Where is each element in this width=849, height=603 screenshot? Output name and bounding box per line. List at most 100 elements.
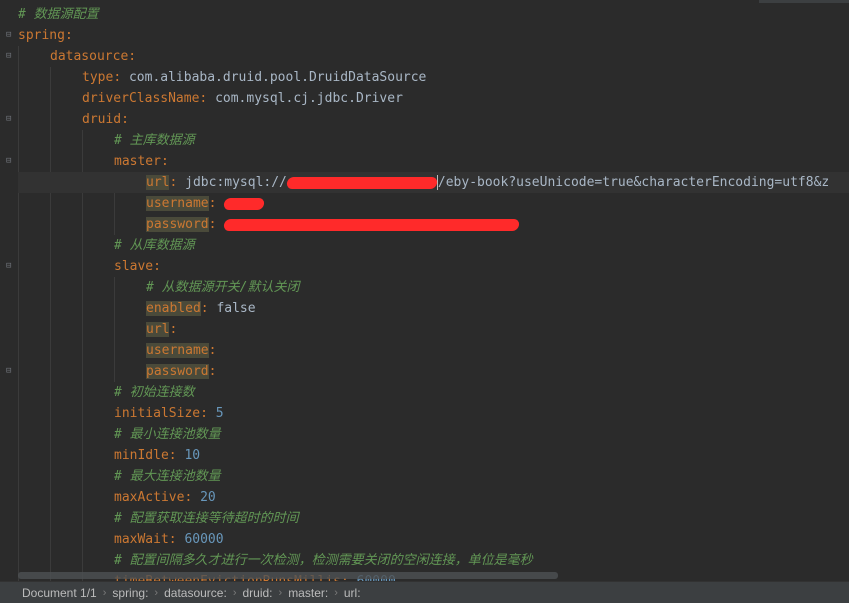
fold-marker-icon[interactable]: ⊟: [6, 31, 14, 40]
code-line[interactable]: url:: [18, 319, 177, 340]
code-line[interactable]: druid:: [18, 109, 129, 130]
code-line[interactable]: # 配置间隔多久才进行一次检测，检测需要关闭的空闲连接，单位是毫秒: [18, 550, 533, 571]
code-line[interactable]: # 从数据源开关/默认关闭: [18, 277, 299, 298]
code-line[interactable]: driverClassName: com.mysql.cj.jdbc.Drive…: [18, 88, 403, 109]
yaml-key: url: [146, 322, 170, 337]
redaction-mark: [223, 197, 266, 210]
code-line[interactable]: minIdle: 10: [18, 445, 200, 466]
code-line[interactable]: initialSize: 5: [18, 403, 224, 424]
yaml-comment: # 主库数据源: [114, 133, 195, 148]
yaml-value: false: [216, 301, 256, 316]
breadcrumb-item[interactable]: datasource:: [158, 586, 233, 600]
yaml-key: username: [146, 196, 209, 211]
fold-marker-icon[interactable]: ⊟: [6, 115, 14, 124]
yaml-key: initialSize: [114, 406, 201, 421]
yaml-value: com.alibaba.druid.pool.DruidDataSource: [128, 70, 427, 85]
code-line[interactable]: password:: [18, 361, 216, 382]
yaml-key: druid: [82, 112, 122, 127]
breadcrumb-item[interactable]: druid:: [236, 586, 278, 600]
yaml-key: master: [114, 154, 161, 169]
fold-marker-icon[interactable]: ⊟: [6, 262, 14, 271]
code-editor[interactable]: ⊟ ⊟ ⊟ ⊟ ⊟ ⊟ # 数据源配置 spring: datasource: type: co…: [0, 0, 849, 581]
yaml-number: 5: [215, 406, 224, 421]
horizontal-scrollbar[interactable]: [18, 572, 558, 579]
fold-marker-icon[interactable]: ⊟: [6, 367, 14, 376]
yaml-colon: :: [113, 70, 122, 85]
yaml-colon: :: [208, 364, 217, 379]
yaml-key: maxWait: [114, 532, 169, 547]
code-line[interactable]: url: jdbc:mysql:// /eby-book?useUnicode=t…: [18, 172, 849, 193]
yaml-key: password: [146, 364, 209, 379]
yaml-colon: :: [200, 406, 208, 421]
code-line[interactable]: # 主库数据源: [18, 130, 195, 151]
document-indicator[interactable]: Document 1/1: [16, 586, 103, 600]
yaml-colon: :: [168, 448, 177, 463]
yaml-number: 20: [200, 490, 216, 505]
yaml-key: slave: [114, 259, 154, 274]
yaml-colon: :: [168, 532, 177, 547]
yaml-key: type: [82, 70, 114, 85]
yaml-colon: :: [160, 154, 169, 169]
editor-top-strip: [759, 0, 849, 3]
breadcrumb-item[interactable]: master:: [282, 586, 334, 600]
yaml-colon: :: [200, 301, 209, 316]
yaml-comment: # 配置获取连接等待超时的时间: [114, 511, 299, 526]
yaml-comment: # 从数据源开关/默认关闭: [146, 280, 300, 295]
fold-marker-icon[interactable]: ⊟: [6, 52, 14, 61]
yaml-value: jdbc:mysql://: [185, 175, 287, 190]
code-line[interactable]: type: com.alibaba.druid.pool.DruidDataSo…: [18, 67, 426, 88]
code-line[interactable]: datasource:: [18, 46, 136, 67]
yaml-colon: :: [208, 196, 217, 211]
breadcrumb-item[interactable]: spring:: [106, 586, 154, 600]
yaml-comment: # 最小连接池数量: [114, 427, 221, 442]
yaml-key: enabled: [146, 301, 201, 316]
code-line[interactable]: maxWait: 60000: [18, 529, 224, 550]
code-line[interactable]: enabled: false: [18, 298, 256, 319]
redaction-mark: [223, 218, 521, 231]
yaml-colon: :: [121, 112, 129, 127]
yaml-comment: # 初始连接数: [114, 385, 195, 400]
redaction-mark: [286, 176, 438, 189]
yaml-comment: # 数据源配置: [18, 7, 99, 22]
code-line[interactable]: # 配置获取连接等待超时的时间: [18, 508, 299, 529]
yaml-colon: :: [128, 49, 137, 64]
code-line[interactable]: username:: [18, 340, 216, 361]
yaml-colon: :: [153, 259, 161, 274]
yaml-colon: :: [169, 175, 178, 190]
yaml-value-continued: /eby-book?useUnicode=true&characterEncod…: [437, 175, 830, 190]
fold-marker-icon[interactable]: ⊟: [6, 157, 14, 166]
yaml-key: maxActive: [114, 490, 185, 505]
code-line[interactable]: # 数据源配置: [18, 4, 99, 25]
code-line[interactable]: master:: [18, 151, 169, 172]
code-line[interactable]: # 从库数据源: [18, 235, 195, 256]
yaml-comment: # 从库数据源: [114, 238, 195, 253]
yaml-colon: :: [184, 490, 193, 505]
yaml-key: url: [146, 175, 170, 190]
code-line[interactable]: # 初始连接数: [18, 382, 195, 403]
code-line[interactable]: maxActive: 20: [18, 487, 216, 508]
yaml-comment: # 最大连接池数量: [114, 469, 221, 484]
yaml-number: 10: [184, 448, 201, 463]
breadcrumb-item[interactable]: url:: [338, 586, 367, 600]
code-line[interactable]: # 最大连接池数量: [18, 466, 221, 487]
yaml-colon: :: [64, 28, 73, 43]
yaml-key: datasource: [50, 49, 129, 64]
yaml-colon: :: [169, 322, 178, 337]
yaml-colon: :: [199, 91, 208, 106]
code-line[interactable]: username:: [18, 193, 266, 214]
code-line[interactable]: # 最小连接池数量: [18, 424, 221, 445]
yaml-key: username: [146, 343, 209, 358]
yaml-key: driverClassName: [82, 91, 200, 106]
yaml-value: com.mysql.cj.jdbc.Driver: [215, 91, 403, 106]
yaml-colon: :: [208, 343, 217, 358]
yaml-key: spring: [18, 28, 65, 43]
code-line[interactable]: password:: [18, 214, 521, 235]
yaml-colon: :: [208, 217, 217, 232]
yaml-number: 60000: [184, 532, 224, 547]
yaml-key: password: [146, 217, 209, 232]
code-line[interactable]: slave:: [18, 256, 161, 277]
editor-gutter: ⊟ ⊟ ⊟ ⊟ ⊟ ⊟: [0, 0, 18, 581]
yaml-key: minIdle: [114, 448, 169, 463]
yaml-comment: # 配置间隔多久才进行一次检测，检测需要关闭的空闲连接，单位是毫秒: [114, 553, 533, 568]
code-line[interactable]: spring:: [18, 25, 73, 46]
